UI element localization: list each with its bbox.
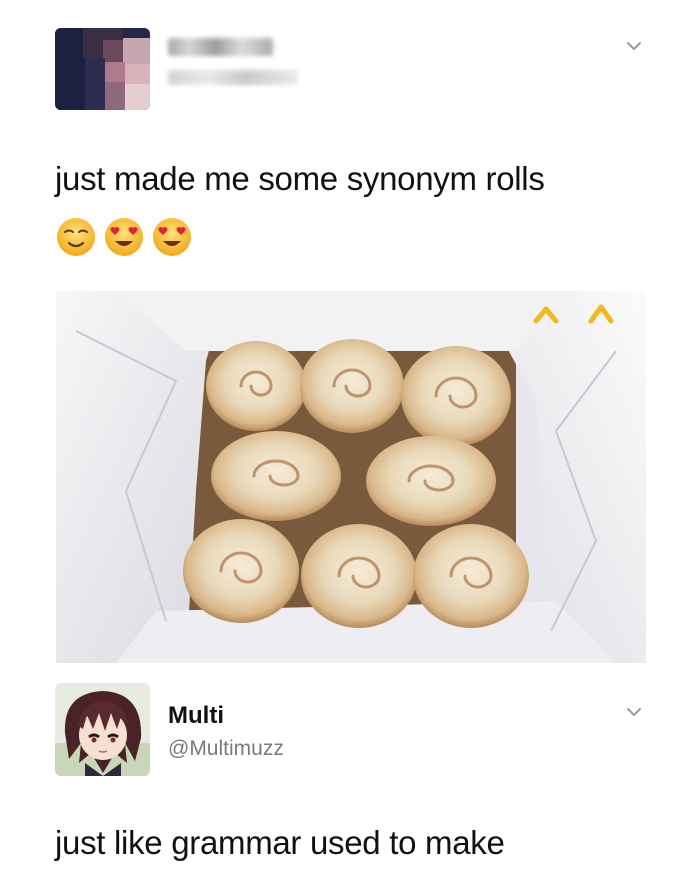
blurred-display-name <box>168 38 273 56</box>
pixelated-avatar-icon <box>55 28 150 110</box>
reply-author-name[interactable]: Multi <box>168 702 224 730</box>
chevron-down-icon[interactable] <box>626 38 642 54</box>
tweet-text: just made me some synonym rolls <box>55 160 545 197</box>
cinnamon-rolls-photo-icon <box>56 291 646 663</box>
reply-text: just like grammar used to make <box>55 824 505 861</box>
blurred-username <box>168 70 298 85</box>
heart-eyes-face-icon <box>153 218 191 256</box>
heart-eyes-face-icon <box>105 218 143 256</box>
tweet-photo[interactable] <box>56 291 646 663</box>
tweet-screenshot: just made me some synonym rolls Multi @M… <box>0 0 700 887</box>
reply-author-avatar[interactable] <box>55 683 150 776</box>
relieved-face-icon <box>57 218 95 256</box>
reply-author-handle[interactable]: @Multimuzz <box>168 737 284 761</box>
emoji-row <box>55 216 193 260</box>
chevron-down-icon[interactable] <box>626 704 642 720</box>
author-avatar[interactable] <box>55 28 150 110</box>
anime-character-avatar-icon <box>55 683 150 776</box>
